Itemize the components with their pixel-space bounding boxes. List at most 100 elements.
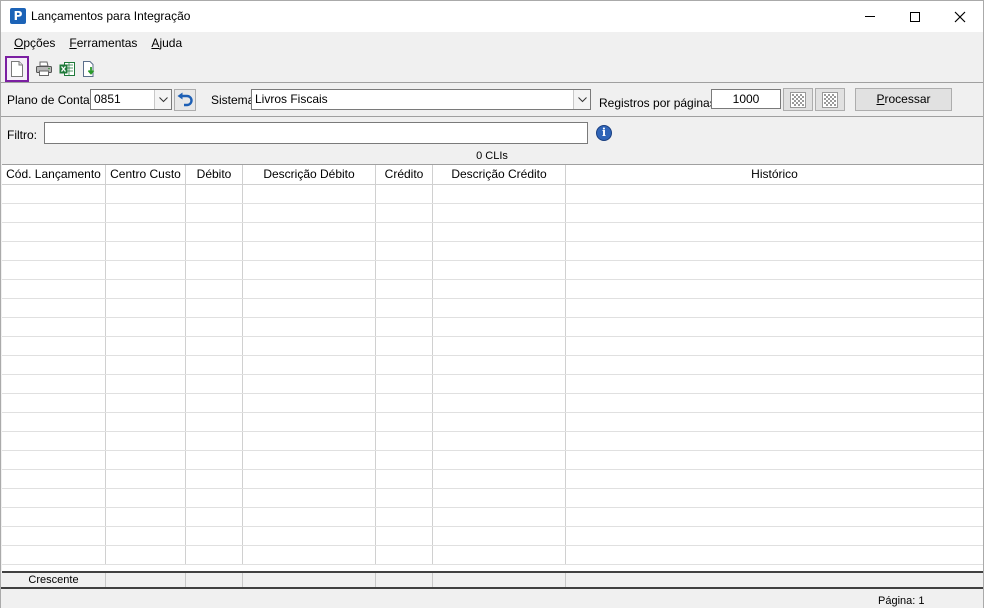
table-cell[interactable] bbox=[433, 413, 566, 431]
table-row[interactable] bbox=[2, 508, 983, 527]
table-cell[interactable] bbox=[186, 299, 243, 317]
table-cell[interactable] bbox=[433, 280, 566, 298]
table-cell[interactable] bbox=[106, 299, 186, 317]
table-cell[interactable] bbox=[186, 394, 243, 412]
table-cell[interactable] bbox=[566, 337, 983, 355]
table-cell[interactable] bbox=[433, 337, 566, 355]
table-cell[interactable] bbox=[376, 413, 433, 431]
table-cell[interactable] bbox=[376, 489, 433, 507]
table-cell[interactable] bbox=[243, 432, 376, 450]
table-cell[interactable] bbox=[2, 261, 106, 279]
table-cell[interactable] bbox=[243, 299, 376, 317]
table-cell[interactable] bbox=[2, 489, 106, 507]
table-cell[interactable] bbox=[566, 489, 983, 507]
table-cell[interactable] bbox=[106, 375, 186, 393]
table-cell[interactable] bbox=[376, 375, 433, 393]
table-cell[interactable] bbox=[106, 318, 186, 336]
table-row[interactable] bbox=[2, 261, 983, 280]
table-cell[interactable] bbox=[186, 489, 243, 507]
table-cell[interactable] bbox=[186, 546, 243, 564]
table-cell[interactable] bbox=[376, 261, 433, 279]
table-cell[interactable] bbox=[376, 223, 433, 241]
table-cell[interactable] bbox=[2, 375, 106, 393]
table-cell[interactable] bbox=[376, 451, 433, 469]
table-cell[interactable] bbox=[186, 185, 243, 203]
next-page-button[interactable] bbox=[815, 88, 845, 111]
table-row[interactable] bbox=[2, 470, 983, 489]
table-cell[interactable] bbox=[433, 204, 566, 222]
table-cell[interactable] bbox=[186, 432, 243, 450]
table-row[interactable] bbox=[2, 280, 983, 299]
table-cell[interactable] bbox=[2, 299, 106, 317]
menu-ferramentas[interactable]: Ferramentas bbox=[62, 32, 144, 55]
table-cell[interactable] bbox=[186, 375, 243, 393]
table-row[interactable] bbox=[2, 299, 983, 318]
data-grid[interactable]: Cód. Lançamento Centro Custo Débito Desc… bbox=[2, 164, 983, 572]
table-cell[interactable] bbox=[243, 356, 376, 374]
table-cell[interactable] bbox=[186, 204, 243, 222]
table-row[interactable] bbox=[2, 204, 983, 223]
table-cell[interactable] bbox=[433, 546, 566, 564]
export-button[interactable] bbox=[79, 57, 101, 81]
table-row[interactable] bbox=[2, 394, 983, 413]
close-button[interactable] bbox=[937, 1, 983, 32]
table-cell[interactable] bbox=[106, 489, 186, 507]
table-cell[interactable] bbox=[243, 489, 376, 507]
table-cell[interactable] bbox=[186, 223, 243, 241]
table-cell[interactable] bbox=[243, 451, 376, 469]
sort-order[interactable]: Crescente bbox=[2, 573, 106, 587]
table-row[interactable] bbox=[2, 451, 983, 470]
table-cell[interactable] bbox=[2, 242, 106, 260]
filter-input[interactable] bbox=[44, 122, 588, 144]
table-cell[interactable] bbox=[243, 394, 376, 412]
table-cell[interactable] bbox=[566, 451, 983, 469]
processar-button[interactable]: Processar bbox=[855, 88, 952, 111]
table-cell[interactable] bbox=[433, 527, 566, 545]
table-row[interactable] bbox=[2, 527, 983, 546]
table-cell[interactable] bbox=[106, 394, 186, 412]
menu-ajuda[interactable]: Ajuda bbox=[144, 32, 189, 55]
table-cell[interactable] bbox=[376, 356, 433, 374]
table-cell[interactable] bbox=[186, 470, 243, 488]
table-cell[interactable] bbox=[376, 242, 433, 260]
table-cell[interactable] bbox=[2, 432, 106, 450]
table-cell[interactable] bbox=[566, 280, 983, 298]
table-cell[interactable] bbox=[566, 394, 983, 412]
table-cell[interactable] bbox=[2, 508, 106, 526]
table-cell[interactable] bbox=[106, 280, 186, 298]
table-cell[interactable] bbox=[186, 318, 243, 336]
table-cell[interactable] bbox=[566, 318, 983, 336]
registros-input[interactable]: 1000 bbox=[711, 89, 781, 109]
table-cell[interactable] bbox=[2, 204, 106, 222]
table-cell[interactable] bbox=[433, 299, 566, 317]
table-cell[interactable] bbox=[433, 185, 566, 203]
table-cell[interactable] bbox=[186, 261, 243, 279]
table-cell[interactable] bbox=[2, 413, 106, 431]
column-header[interactable]: Descrição Débito bbox=[243, 165, 376, 184]
table-cell[interactable] bbox=[376, 470, 433, 488]
table-cell[interactable] bbox=[106, 242, 186, 260]
table-row[interactable] bbox=[2, 242, 983, 261]
table-cell[interactable] bbox=[566, 508, 983, 526]
table-cell[interactable] bbox=[376, 280, 433, 298]
table-cell[interactable] bbox=[566, 356, 983, 374]
table-cell[interactable] bbox=[243, 204, 376, 222]
table-cell[interactable] bbox=[376, 299, 433, 317]
table-cell[interactable] bbox=[376, 394, 433, 412]
new-button[interactable] bbox=[5, 56, 29, 82]
sistema-combo[interactable]: Livros Fiscais bbox=[251, 89, 591, 110]
table-cell[interactable] bbox=[243, 242, 376, 260]
table-cell[interactable] bbox=[106, 261, 186, 279]
table-cell[interactable] bbox=[186, 508, 243, 526]
column-header[interactable]: Histórico bbox=[566, 165, 983, 184]
print-button[interactable] bbox=[33, 57, 55, 81]
table-cell[interactable] bbox=[2, 318, 106, 336]
table-cell[interactable] bbox=[566, 261, 983, 279]
table-cell[interactable] bbox=[376, 527, 433, 545]
table-cell[interactable] bbox=[106, 356, 186, 374]
table-cell[interactable] bbox=[243, 318, 376, 336]
column-header[interactable]: Descrição Crédito bbox=[433, 165, 566, 184]
table-cell[interactable] bbox=[566, 375, 983, 393]
table-cell[interactable] bbox=[566, 527, 983, 545]
table-cell[interactable] bbox=[106, 546, 186, 564]
